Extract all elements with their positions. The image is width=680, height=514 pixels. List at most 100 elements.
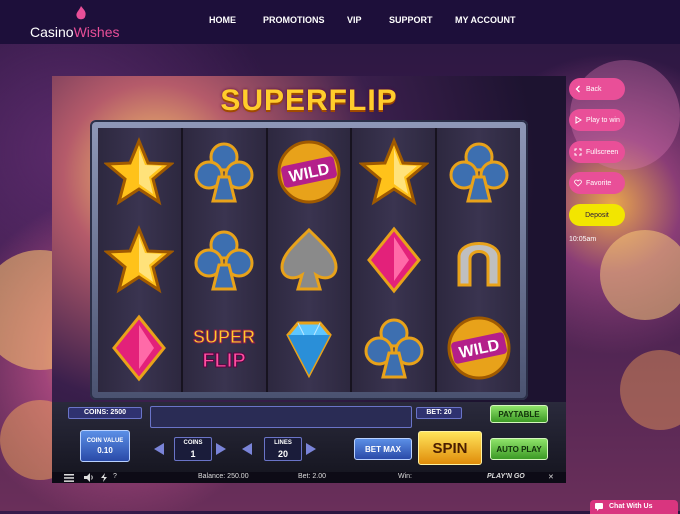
flame-logo-icon [76,6,86,20]
reel-cell [437,128,520,216]
logo-text-casino: Casino [30,24,74,40]
top-navigation-bar: CasinoWishes HOME PROMOTIONS VIP SUPPORT… [0,0,680,44]
favorite-label: Favorite [586,179,612,187]
chat-label: Chat With Us [609,503,653,510]
reel-cell [268,216,351,304]
close-icon[interactable]: ✕ [548,473,554,481]
reels: SUPER FLIP WILD WILD [98,128,520,392]
reel-cell [98,128,181,216]
reel-cell: WILD [437,304,520,392]
reel-2: SUPER FLIP [182,128,268,392]
reel-cell [183,216,266,304]
menu-icon[interactable] [64,474,74,482]
coins-display: COINS: 2500 [68,407,142,419]
nav-support[interactable]: SUPPORT [389,15,433,25]
gem-icon [286,321,332,379]
reel-cell: SUPER FLIP [183,304,266,392]
bet-readout: Bet: 2.00 [298,473,327,480]
casino-wishes-logo[interactable]: CasinoWishes [30,24,120,40]
nav-vip[interactable]: VIP [347,15,362,25]
help-icon[interactable]: ? [113,473,117,480]
lines-increase-arrow-icon[interactable] [304,442,318,456]
star-icon [104,225,175,294]
reel-frame: SUPER FLIP WILD WILD [90,120,528,400]
horseshoe-icon [457,242,501,287]
nav-my-account[interactable]: MY ACCOUNT [455,15,516,25]
diamond-icon [112,314,167,382]
coin-value-button[interactable]: COIN VALUE 0.10 [80,430,130,462]
lines-stepper: LINES 20 [264,437,302,461]
reel-cell [183,128,266,216]
game-status-bar: ? Balance: 250.00 Bet: 2.00 Win: PLAY'N … [52,472,566,483]
play-icon [575,116,582,124]
win-readout: Win: [398,473,412,480]
bet-display: BET: 20 [416,407,462,419]
auto-play-button[interactable]: AUTO PLAY [490,438,548,460]
control-panel: COINS: 2500 BET: 20 PAYTABLE COIN VALUE … [52,402,566,472]
heart-icon [574,179,582,187]
bet-max-button[interactable]: BET MAX [354,438,412,460]
coins-decrease-arrow-icon[interactable] [152,442,166,456]
diamond-icon [366,226,421,294]
game-title: SUPERFLIP [220,84,398,117]
club-icon [364,318,424,379]
chat-with-us-button[interactable]: Chat With Us [590,500,678,514]
bet-label: BET: 20 [426,409,452,416]
wild-icon: WILD [447,316,511,380]
favorite-button[interactable]: Favorite [569,172,625,194]
svg-text:FLIP: FLIP [203,350,246,372]
coin-value-label: COIN VALUE [86,437,124,444]
reel-4 [352,128,438,392]
clock: 10:05am [569,236,597,243]
spin-button[interactable]: SPIN [418,431,482,465]
back-button[interactable]: Back [569,78,625,100]
balance-readout: Balance: 250.00 [198,473,249,480]
slot-game-window[interactable]: SUPER FLIP SUPER FLIP WILD WILD COINS: 2500 … [52,76,566,483]
lightning-icon[interactable] [100,473,108,482]
reel-cell [98,304,181,392]
svg-text:SUPER: SUPER [193,327,255,347]
fullscreen-icon [574,148,582,156]
lines-title: LINES [274,440,292,446]
chat-bubble-icon [595,503,603,511]
lines-decrease-arrow-icon[interactable] [240,442,254,456]
reel-cell [352,128,435,216]
club-icon [194,142,254,203]
provider-logo: PLAY'N GO [487,473,525,480]
coins-title: COINS [183,440,203,446]
chevron-left-icon [575,85,580,93]
fullscreen-label: Fullscreen [586,148,619,156]
spade-icon [280,227,338,291]
reel-cell [437,216,520,304]
reel-cell [352,304,435,392]
nav-promotions[interactable]: PROMOTIONS [263,15,325,25]
reel-1 [98,128,183,392]
reel-5: WILD [437,128,520,392]
coins-increase-arrow-icon[interactable] [214,442,228,456]
reel-3: WILD [267,128,353,392]
back-label: Back [586,85,602,93]
coin-value: 0.10 [97,445,113,455]
coins-value: 1 [190,449,196,459]
star-icon [358,137,429,206]
sound-icon[interactable] [84,473,94,482]
deposit-button[interactable]: Deposit [569,204,625,226]
nav-home[interactable]: HOME [209,15,236,25]
message-bar [150,406,412,428]
paytable-button[interactable]: PAYTABLE [490,405,548,423]
wild-icon: WILD [277,140,341,204]
reel-cell: WILD [268,128,351,216]
logo-text-wishes: Wishes [73,24,120,40]
play-to-win-button[interactable]: Play to win [569,109,625,131]
fullscreen-button[interactable]: Fullscreen [569,141,625,163]
coins-label: COINS: 2500 [83,409,127,416]
coins-stepper: COINS 1 [174,437,212,461]
club-icon [194,230,254,291]
superflip-icon: SUPER FLIP [193,327,256,373]
reel-cell [268,304,351,392]
reel-cell [352,216,435,304]
club-icon [449,142,509,203]
reel-cell [98,216,181,304]
star-icon [104,137,175,206]
lines-value: 20 [277,449,288,459]
